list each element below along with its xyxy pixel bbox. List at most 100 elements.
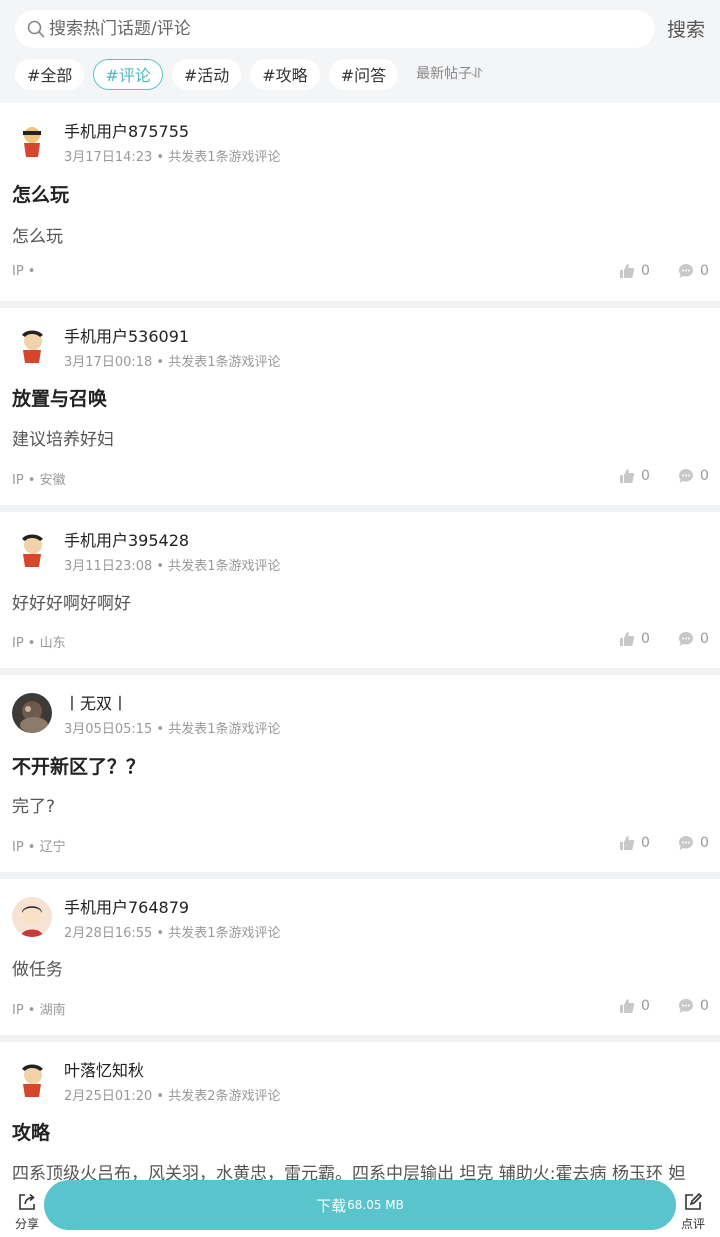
search-icon: [27, 20, 45, 38]
share-label: 分享: [14, 1217, 39, 1231]
user-name[interactable]: 手机用户536091: [64, 323, 189, 347]
post-time: 3月17日00:18: [64, 355, 153, 370]
post-title[interactable]: 怎么玩: [12, 180, 69, 207]
sort-toggle[interactable]: 最新帖子⥯: [416, 59, 482, 90]
ip-location: IP •: [12, 264, 36, 279]
tag-qa[interactable]: #问答: [328, 59, 399, 90]
tag-bar: #全部 #评论 #活动 #攻略 #问答 最新帖子⥯: [15, 59, 483, 90]
post-card[interactable]: 手机用户536091 3月17日00:18 • 共发表1条游戏评论 放置与召唤 …: [0, 308, 720, 512]
avatar[interactable]: [12, 897, 52, 937]
post-body[interactable]: 好好好啊好啊好: [12, 589, 131, 614]
post-count: • 共发表2条游戏评论: [156, 1089, 281, 1104]
post-meta: 2月25日01:20 • 共发表2条游戏评论: [64, 1085, 281, 1104]
thumb-up-icon: [620, 836, 635, 850]
post-count: • 共发表1条游戏评论: [156, 559, 281, 574]
avatar[interactable]: [12, 1060, 52, 1100]
avatar[interactable]: [12, 326, 52, 366]
like-count: 0: [641, 835, 650, 851]
like-count: 0: [641, 998, 650, 1014]
ip-location: IP • 安徽: [12, 473, 66, 488]
ip-location: IP • 山东: [12, 636, 66, 651]
post-count: • 共发表1条游戏评论: [156, 722, 281, 737]
top-bar: 搜索 #全部 #评论 #活动 #攻略 #问答 最新帖子⥯: [0, 0, 720, 103]
user-name[interactable]: 丨无双丨: [64, 690, 128, 714]
post-card[interactable]: 手机用户875755 3月17日14:23 • 共发表1条游戏评论 怎么玩 怎么…: [0, 103, 720, 308]
post-count: • 共发表1条游戏评论: [156, 150, 281, 165]
user-name[interactable]: 叶落忆知秋: [64, 1057, 144, 1081]
review-label: 点评: [680, 1217, 705, 1231]
post-time: 3月11日23:08: [64, 559, 153, 574]
comment-button[interactable]: 0: [678, 631, 709, 647]
like-button[interactable]: 0: [619, 998, 650, 1014]
user-name[interactable]: 手机用户875755: [64, 118, 189, 142]
post-body[interactable]: 建议培养好妇: [12, 425, 114, 450]
comment-button[interactable]: 0: [678, 468, 709, 484]
like-button[interactable]: 0: [619, 835, 650, 851]
comment-button[interactable]: 0: [678, 263, 709, 279]
like-count: 0: [641, 468, 650, 484]
like-count: 0: [641, 631, 650, 647]
like-count: 0: [641, 263, 650, 279]
thumb-up-icon: [620, 469, 635, 483]
post-count: • 共发表1条游戏评论: [156, 926, 281, 941]
share-icon: [19, 1193, 35, 1210]
like-button[interactable]: 0: [619, 468, 650, 484]
post-card[interactable]: 手机用户395428 3月11日23:08 • 共发表1条游戏评论 好好好啊好啊…: [0, 512, 720, 675]
post-meta: 3月17日14:23 • 共发表1条游戏评论: [64, 146, 281, 165]
avatar[interactable]: [12, 530, 52, 570]
avatar[interactable]: [12, 121, 52, 161]
comment-count: 0: [700, 631, 709, 647]
post-title[interactable]: 攻略: [12, 1118, 50, 1145]
post-meta: 2月28日16:55 • 共发表1条游戏评论: [64, 922, 281, 941]
post-title[interactable]: 放置与召唤: [12, 384, 107, 411]
comment-bubble-icon: [679, 999, 693, 1013]
post-body[interactable]: 做任务: [12, 955, 63, 980]
like-button[interactable]: 0: [619, 631, 650, 647]
user-name[interactable]: 手机用户395428: [64, 527, 189, 551]
ip-location: IP • 辽宁: [12, 840, 66, 855]
comment-button[interactable]: 0: [678, 835, 709, 851]
comment-bubble-icon: [679, 632, 693, 646]
search-button[interactable]: 搜索: [667, 15, 705, 42]
post-body[interactable]: 完了?: [12, 792, 55, 817]
download-size: 68.05 MB: [347, 1198, 404, 1212]
thumb-up-icon: [620, 999, 635, 1013]
post-card[interactable]: 丨无双丨 3月05日05:15 • 共发表1条游戏评论 不开新区了？？ 完了? …: [0, 675, 720, 879]
tag-activity[interactable]: #活动: [171, 59, 242, 90]
comment-button[interactable]: 0: [678, 998, 709, 1014]
thumb-up-icon: [620, 264, 635, 278]
post-time: 3月17日14:23: [64, 150, 153, 165]
thumb-up-icon: [620, 632, 635, 646]
post-body[interactable]: 怎么玩: [12, 222, 63, 247]
post-time: 3月05日05:15: [64, 722, 153, 737]
comment-count: 0: [700, 998, 709, 1014]
comment-bubble-icon: [679, 469, 693, 483]
comment-bubble-icon: [679, 264, 693, 278]
comment-count: 0: [700, 835, 709, 851]
ip-location: IP • 湖南: [12, 1003, 66, 1018]
download-button[interactable]: 下载 68.05 MB: [44, 1180, 676, 1230]
post-time: 2月28日16:55: [64, 926, 153, 941]
edit-icon: [685, 1192, 703, 1210]
share-button[interactable]: 分享: [12, 1192, 42, 1232]
tag-comment[interactable]: #评论: [93, 59, 163, 90]
comment-count: 0: [700, 468, 709, 484]
review-button[interactable]: 点评: [678, 1192, 708, 1232]
post-meta: 3月11日23:08 • 共发表1条游戏评论: [64, 555, 281, 574]
post-title[interactable]: 不开新区了？？: [12, 752, 145, 779]
search-input[interactable]: [49, 19, 609, 39]
like-button[interactable]: 0: [619, 263, 650, 279]
post-meta: 3月17日00:18 • 共发表1条游戏评论: [64, 351, 281, 370]
post-count: • 共发表1条游戏评论: [156, 355, 281, 370]
avatar[interactable]: [12, 693, 52, 733]
search-box[interactable]: [15, 10, 655, 48]
tag-guide[interactable]: #攻略: [250, 59, 320, 90]
user-name[interactable]: 手机用户764879: [64, 894, 189, 918]
post-time: 2月25日01:20: [64, 1089, 153, 1104]
post-meta: 3月05日05:15 • 共发表1条游戏评论: [64, 718, 281, 737]
post-card[interactable]: 手机用户764879 2月28日16:55 • 共发表1条游戏评论 做任务 IP…: [0, 879, 720, 1042]
comment-count: 0: [700, 263, 709, 279]
comment-bubble-icon: [679, 836, 693, 850]
tag-all[interactable]: #全部: [15, 59, 85, 90]
bottom-bar: 分享 下载 68.05 MB 点评: [0, 1180, 720, 1237]
